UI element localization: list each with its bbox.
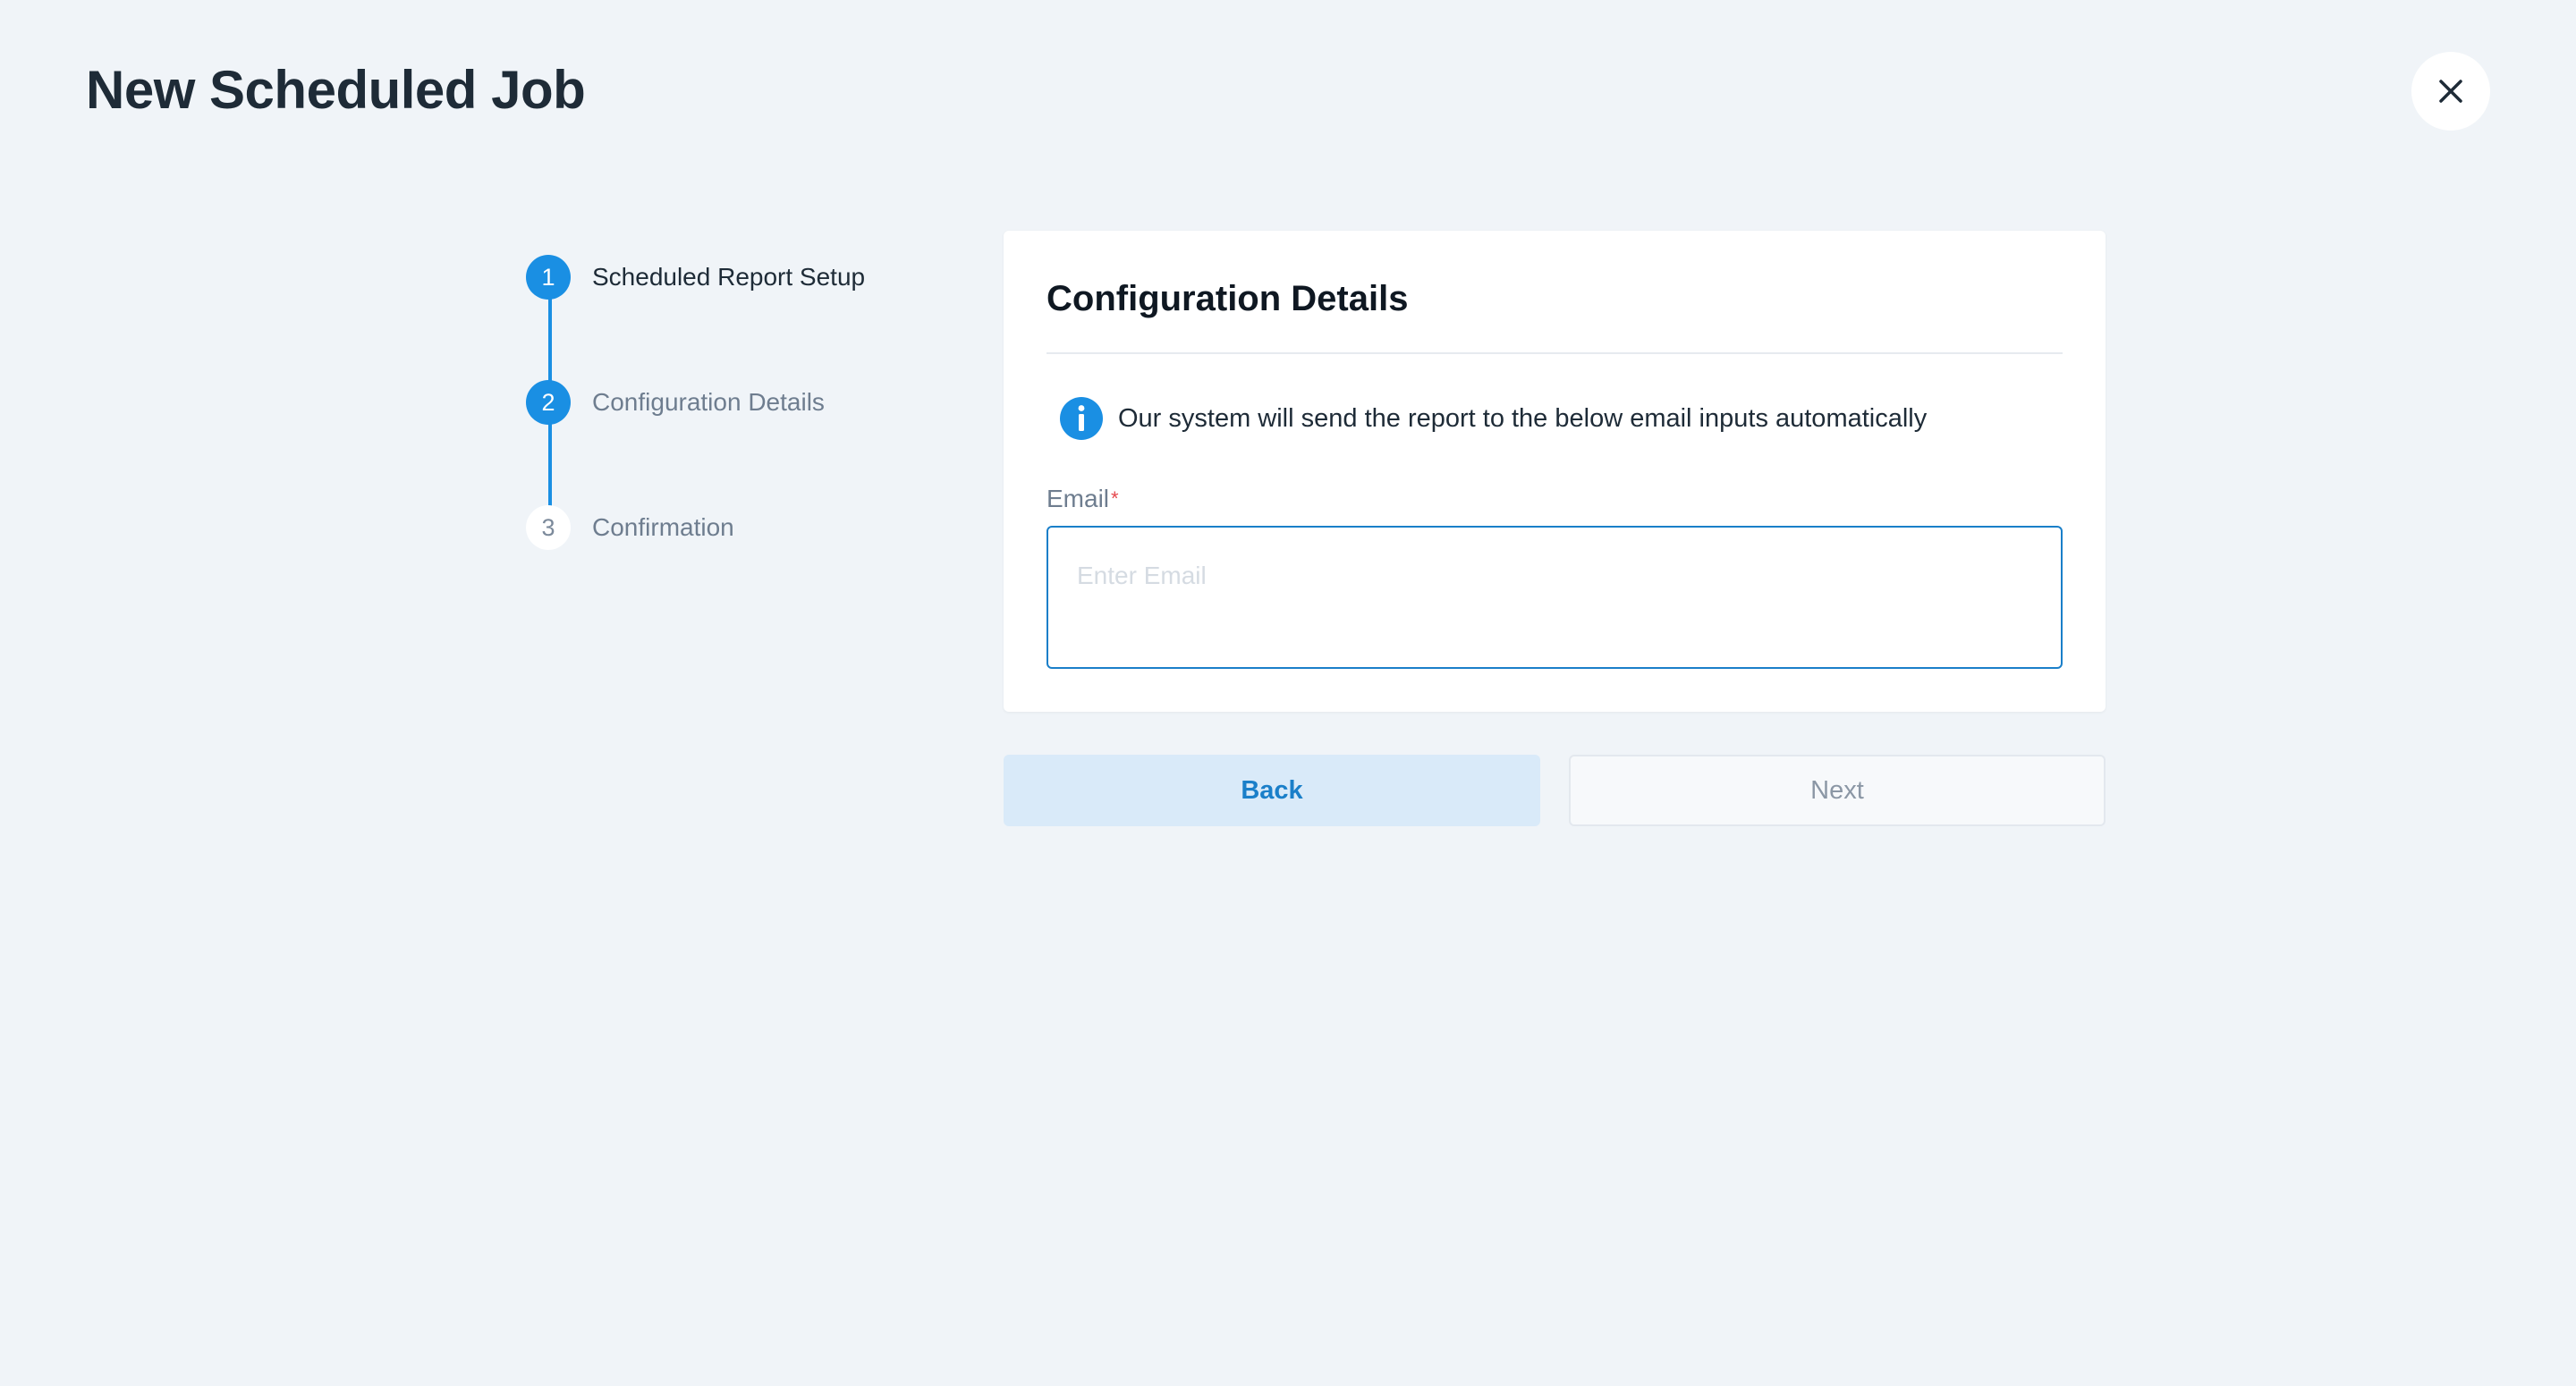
- step-number-badge: 1: [526, 255, 571, 300]
- configuration-card: Configuration Details Our system will se…: [1004, 231, 2106, 712]
- email-input[interactable]: [1046, 526, 2063, 669]
- step-number-badge: 3: [526, 505, 571, 550]
- info-text: Our system will send the report to the b…: [1118, 403, 1928, 433]
- step-number-badge: 2: [526, 380, 571, 425]
- card-title: Configuration Details: [1046, 279, 1409, 318]
- info-icon: [1059, 396, 1104, 441]
- stepper-connector: [548, 297, 552, 383]
- step-scheduled-report-setup[interactable]: 1 Scheduled Report Setup: [526, 254, 865, 300]
- step-confirmation: 3 Confirmation: [526, 504, 734, 551]
- step-label: Confirmation: [592, 513, 734, 541]
- step-configuration-details[interactable]: 2 Configuration Details: [526, 379, 825, 426]
- back-button[interactable]: Back: [1004, 755, 1540, 826]
- step-label: Configuration Details: [592, 388, 825, 416]
- stepper-connector: [548, 422, 552, 508]
- card-divider: [1046, 352, 2063, 354]
- info-message: Our system will send the report to the b…: [1059, 395, 1927, 442]
- page-title: New Scheduled Job: [86, 60, 586, 120]
- close-button[interactable]: [2411, 52, 2490, 131]
- new-scheduled-job-page: New Scheduled Job 1 Scheduled Report Set…: [0, 0, 2576, 1386]
- required-asterisk: *: [1111, 487, 1119, 510]
- email-label-text: Email: [1046, 485, 1110, 512]
- close-icon: [2437, 78, 2464, 105]
- email-label: Email *: [1046, 483, 1119, 519]
- step-label: Scheduled Report Setup: [592, 263, 866, 291]
- stepper: 1 Scheduled Report Setup 2 Configuration…: [526, 254, 937, 558]
- next-button[interactable]: Next: [1569, 755, 2106, 826]
